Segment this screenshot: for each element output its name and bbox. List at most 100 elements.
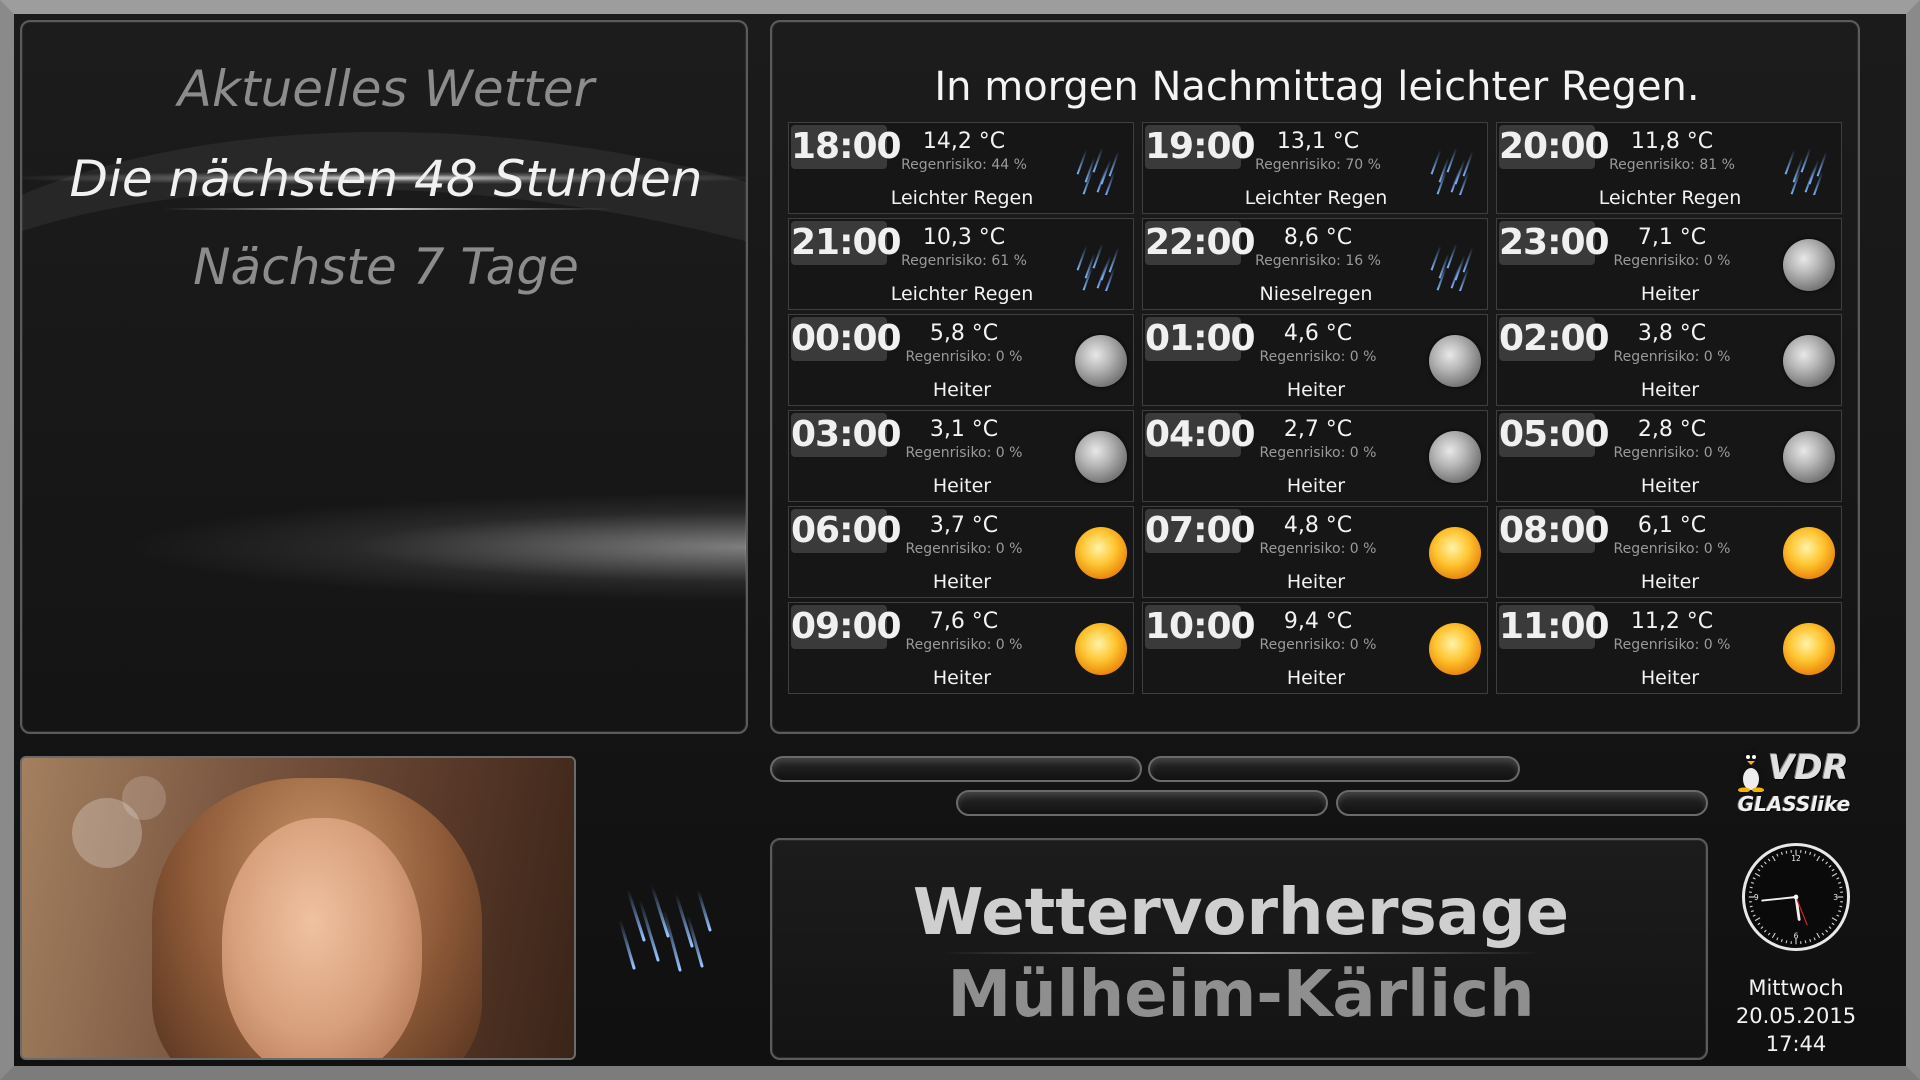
- forecast-temperature: 4,8 °C: [1283, 513, 1353, 538]
- decorative-glow: [122, 492, 746, 602]
- forecast-time: 21:00: [791, 221, 902, 265]
- forecast-time: 03:00: [791, 413, 902, 457]
- forecast-rain-risk: Regenrisiko: 0 %: [1259, 637, 1377, 653]
- forecast-cell: 04:00 2,7 °C Regenrisiko: 0 % Heiter: [1142, 410, 1488, 502]
- title-panel: Wettervorhersage Mülheim-Kärlich: [770, 838, 1708, 1060]
- forecast-temperature: 3,8 °C: [1637, 321, 1707, 346]
- forecast-cell: 20:00 11,8 °C Regenrisiko: 81 % Leichter Re…: [1496, 122, 1842, 214]
- forecast-time: 00:00: [791, 317, 902, 361]
- forecast-cell: 03:00 3,1 °C Regenrisiko: 0 % Heiter: [788, 410, 1134, 502]
- forecast-condition: Leichter Regen: [1244, 187, 1388, 209]
- forecast-temperature: 3,7 °C: [929, 513, 999, 538]
- date-time-block: Mittwoch 20.05.2015 17:44: [1716, 974, 1876, 1058]
- forecast-temperature: 11,8 °C: [1630, 129, 1714, 154]
- forecast-condition: Heiter: [1640, 667, 1700, 689]
- forecast-temperature: 14,2 °C: [922, 129, 1006, 154]
- forecast-rain-risk: Regenrisiko: 0 %: [905, 445, 1023, 461]
- forecast-cell: 00:00 5,8 °C Regenrisiko: 0 % Heiter: [788, 314, 1134, 406]
- forecast-rain-risk: Regenrisiko: 0 %: [1613, 349, 1731, 365]
- svg-text:3: 3: [1833, 893, 1838, 902]
- forecast-temperature: 3,1 °C: [929, 417, 999, 442]
- forecast-condition: Leichter Regen: [890, 283, 1034, 305]
- forecast-time: 08:00: [1499, 509, 1610, 553]
- forecast-rain-risk: Regenrisiko: 0 %: [1259, 445, 1377, 461]
- forecast-rain-risk: Regenrisiko: 0 %: [905, 541, 1023, 557]
- menu-panel: Aktuelles Wetter Die nächsten 48 Stunden…: [20, 20, 748, 734]
- forecast-rain-risk: Regenrisiko: 44 %: [901, 157, 1027, 173]
- forecast-temperature: 4,6 °C: [1283, 321, 1353, 346]
- menu-highlight-line: [162, 208, 612, 210]
- logo-vdr-text: VDR: [1768, 748, 1849, 788]
- forecast-rain-risk: Regenrisiko: 81 %: [1609, 157, 1735, 173]
- forecast-temperature: 7,6 °C: [929, 609, 999, 634]
- forecast-condition: Heiter: [1286, 667, 1346, 689]
- forecast-time: 23:00: [1499, 221, 1610, 265]
- forecast-time: 04:00: [1145, 413, 1256, 457]
- forecast-rain-risk: Regenrisiko: 16 %: [1255, 253, 1381, 269]
- svg-text:12: 12: [1791, 854, 1801, 863]
- forecast-condition: Nieselregen: [1259, 283, 1373, 305]
- forecast-temperature: 9,4 °C: [1283, 609, 1353, 634]
- forecast-time: 22:00: [1145, 221, 1256, 265]
- channel-image: [20, 756, 576, 1060]
- forecast-time: 05:00: [1499, 413, 1610, 457]
- status-bar-4: [1336, 790, 1708, 816]
- forecast-rain-risk: Regenrisiko: 0 %: [905, 637, 1023, 653]
- forecast-temperature: 11,2 °C: [1630, 609, 1714, 634]
- forecast-condition: Heiter: [1640, 571, 1700, 593]
- menu-item-next-48-hours[interactable]: Die nächsten 48 Stunden: [22, 150, 746, 208]
- forecast-cell: 05:00 2,8 °C Regenrisiko: 0 % Heiter: [1496, 410, 1842, 502]
- forecast-temperature: 6,1 °C: [1637, 513, 1707, 538]
- forecast-condition: Heiter: [932, 571, 992, 593]
- forecast-cell: 22:00 8,6 °C Regenrisiko: 16 % Nieselregen: [1142, 218, 1488, 310]
- forecast-time: 10:00: [1145, 605, 1256, 649]
- forecast-headline: In morgen Nachmittag leichter Regen.: [934, 64, 1700, 110]
- forecast-rain-risk: Regenrisiko: 0 %: [1259, 541, 1377, 557]
- forecast-time: 09:00: [791, 605, 902, 649]
- menu-item-next-7-days[interactable]: Nächste 7 Tage: [22, 238, 746, 296]
- forecast-rain-risk: Regenrisiko: 0 %: [905, 349, 1023, 365]
- forecast-cell: 23:00 7,1 °C Regenrisiko: 0 % Heiter: [1496, 218, 1842, 310]
- forecast-time: 18:00: [791, 125, 902, 169]
- menu-item-current-weather[interactable]: Aktuelles Wetter: [22, 60, 746, 118]
- forecast-temperature: 10,3 °C: [922, 225, 1006, 250]
- forecast-cell: 08:00 6,1 °C Regenrisiko: 0 % Heiter: [1496, 506, 1842, 598]
- forecast-cell: 09:00 7,6 °C Regenrisiko: 0 % Heiter: [788, 602, 1134, 694]
- forecast-time: 20:00: [1499, 125, 1610, 169]
- forecast-rain-risk: Regenrisiko: 0 %: [1613, 541, 1731, 557]
- tux-icon: [1738, 749, 1764, 792]
- status-bar-1: [770, 756, 1142, 782]
- title-divider: [942, 952, 1542, 954]
- forecast-condition: Heiter: [1640, 379, 1700, 401]
- forecast-rain-risk: Regenrisiko: 61 %: [901, 253, 1027, 269]
- svg-text:6: 6: [1794, 932, 1799, 941]
- forecast-temperature: 5,8 °C: [929, 321, 999, 346]
- forecast-cell: 19:00 13,1 °C Regenrisiko: 70 % Leichter Re…: [1142, 122, 1488, 214]
- forecast-time: 07:00: [1145, 509, 1256, 553]
- forecast-condition: Heiter: [1640, 283, 1700, 305]
- forecast-rain-risk: Regenrisiko: 0 %: [1613, 445, 1731, 461]
- forecast-time: 06:00: [791, 509, 902, 553]
- forecast-cell: 18:00 14,2 °C Regenrisiko: 44 % Leichter Re…: [788, 122, 1134, 214]
- status-bar-3: [956, 790, 1328, 816]
- forecast-condition: Heiter: [1286, 475, 1346, 497]
- forecast-cell: 07:00 4,8 °C Regenrisiko: 0 % Heiter: [1142, 506, 1488, 598]
- page-title: Wettervorhersage: [912, 876, 1570, 950]
- forecast-panel: In morgen Nachmittag leichter Regen. 18:…: [770, 20, 1860, 734]
- forecast-temperature: 2,7 °C: [1283, 417, 1353, 442]
- date-label: 20.05.2015: [1735, 1004, 1857, 1028]
- forecast-cell: 02:00 3,8 °C Regenrisiko: 0 % Heiter: [1496, 314, 1842, 406]
- forecast-rain-risk: Regenrisiko: 70 %: [1255, 157, 1381, 173]
- current-rain-icon: [618, 884, 712, 972]
- forecast-condition: Heiter: [932, 667, 992, 689]
- forecast-rain-risk: Regenrisiko: 0 %: [1613, 637, 1731, 653]
- forecast-condition: Leichter Regen: [1598, 187, 1742, 209]
- forecast-cell: 06:00 3,7 °C Regenrisiko: 0 % Heiter: [788, 506, 1134, 598]
- forecast-rain-risk: Regenrisiko: 0 %: [1613, 253, 1731, 269]
- weekday-label: Mittwoch: [1748, 976, 1844, 1000]
- forecast-cell: 01:00 4,6 °C Regenrisiko: 0 % Heiter: [1142, 314, 1488, 406]
- forecast-condition: Heiter: [1640, 475, 1700, 497]
- forecast-time: 01:00: [1145, 317, 1256, 361]
- time-label: 17:44: [1765, 1032, 1827, 1056]
- svg-text:9: 9: [1754, 893, 1759, 902]
